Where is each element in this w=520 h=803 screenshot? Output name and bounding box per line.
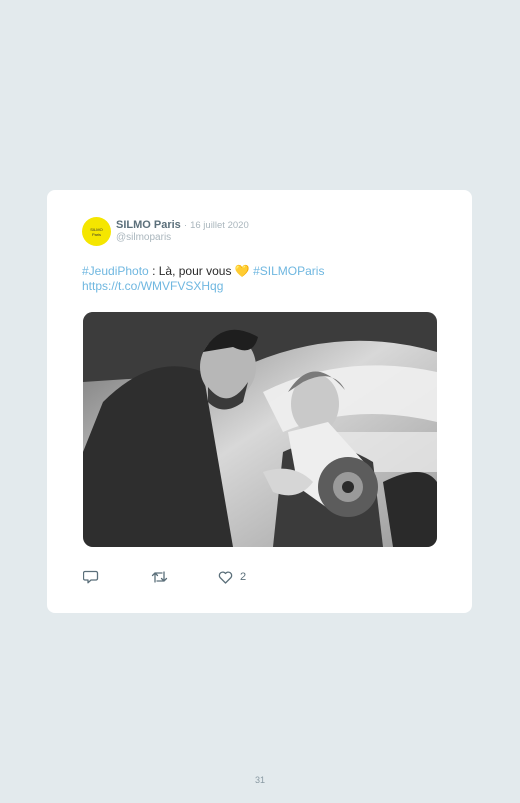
tweet-body: : Là, pour vous [148, 264, 235, 278]
heart-icon [218, 570, 233, 584]
author-name[interactable]: SILMO Paris [116, 219, 181, 231]
separator-dot: · [183, 220, 188, 231]
page-number: 31 [254, 775, 265, 785]
author-handle[interactable]: @silmoparis [116, 231, 249, 244]
like-button[interactable]: 2 [218, 570, 247, 584]
avatar-logo-subtext: Paris [91, 231, 102, 237]
tweet-text: #JeudiPhoto : Là, pour vous 💛 #SILMOPari… [82, 264, 442, 294]
like-count: 2 [240, 571, 247, 583]
hashtag-link[interactable]: #SILMOParis [253, 264, 324, 278]
tweet-card: SILMO Paris SILMO Paris · 16 juillet 202… [47, 190, 472, 613]
yellow-heart-emoji: 💛 [234, 264, 250, 278]
tweet-header: SILMO Paris · 16 juillet 2020 @silmopari… [116, 219, 249, 244]
tweet-photo[interactable] [83, 312, 437, 547]
photo-image [83, 312, 437, 547]
tweet-actions: 2 [83, 568, 246, 586]
avatar[interactable]: SILMO Paris [82, 217, 111, 246]
tweet-url-link[interactable]: https://t.co/WMVFVSXHqg [82, 279, 223, 293]
retweet-icon [151, 571, 168, 583]
reply-icon [83, 570, 99, 584]
hashtag-link[interactable]: #JeudiPhoto [82, 264, 149, 278]
reply-button[interactable] [83, 570, 151, 584]
retweet-button[interactable] [151, 570, 218, 584]
tweet-date[interactable]: 16 juillet 2020 [190, 220, 249, 231]
